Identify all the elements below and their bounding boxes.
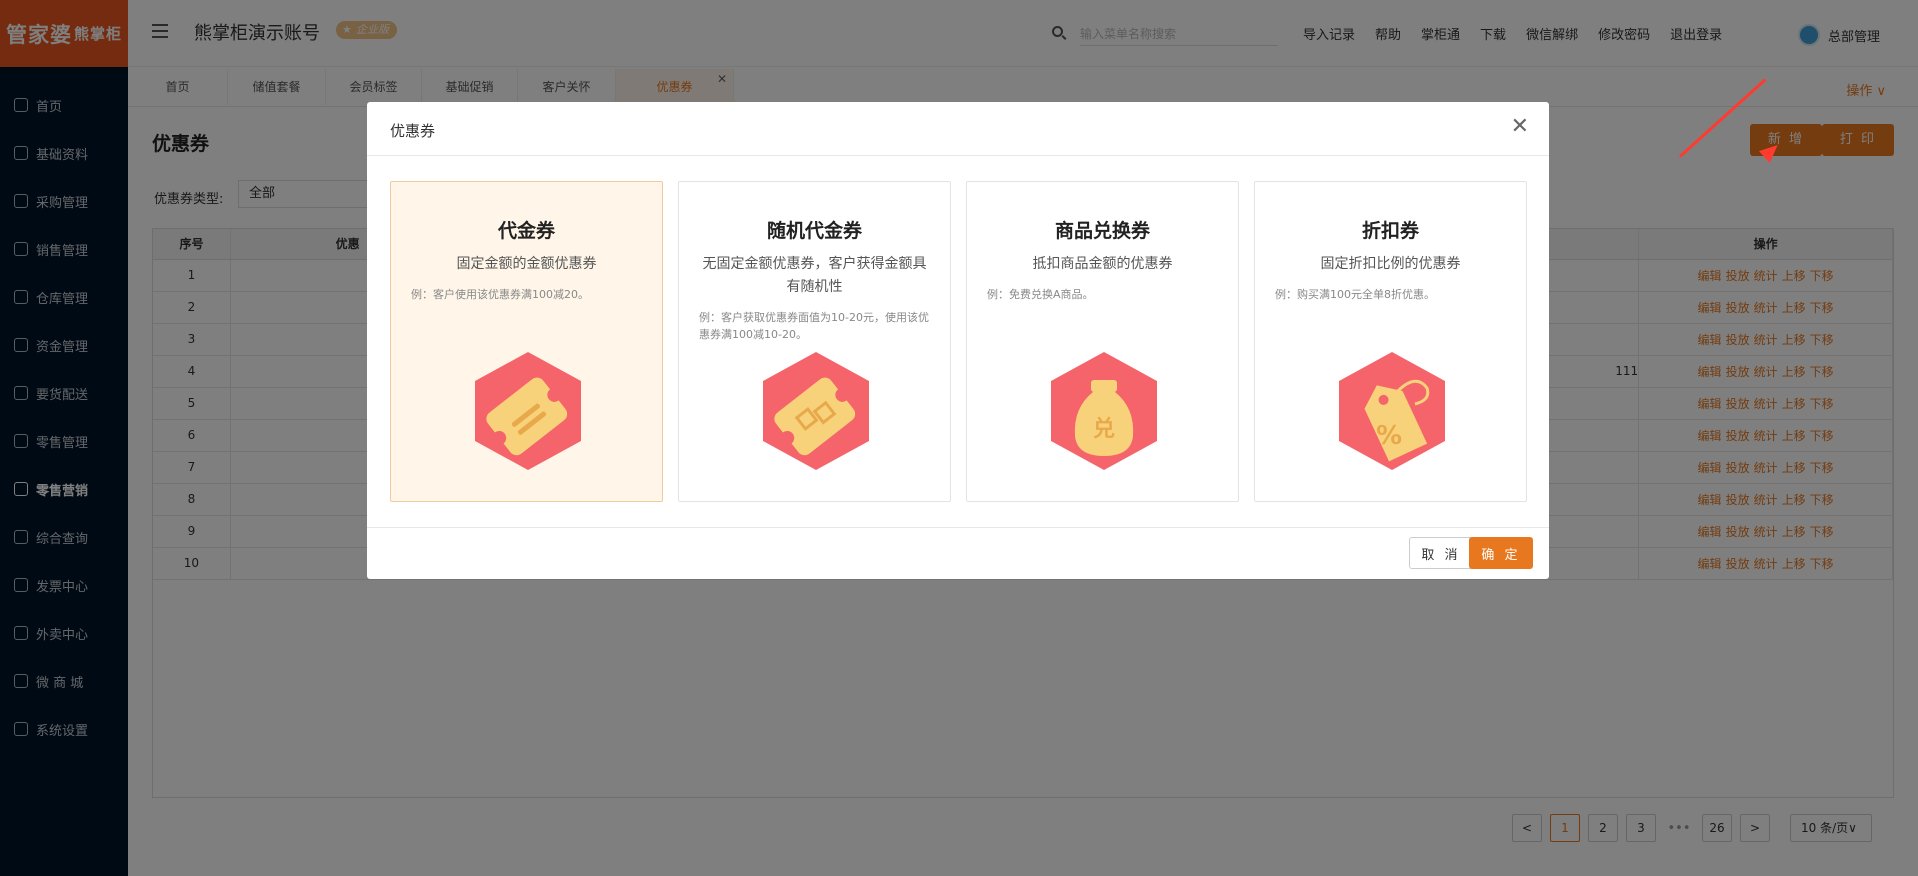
- card-example: 例：免费兑换A商品。: [987, 288, 1094, 301]
- discount-tag-icon: %: [1339, 352, 1445, 470]
- card-desc: 固定金额的金额优惠券: [456, 256, 597, 272]
- card-voucher[interactable]: 代金券 固定金额的金额优惠券 例：客户使用该优惠券满100减20。: [390, 181, 663, 502]
- card-title: 随机代金券: [766, 220, 862, 242]
- card-desc: 无固定金额优惠券，客户获得金额具有随机性: [702, 256, 927, 295]
- card-title: 商品兑换券: [1054, 220, 1150, 242]
- card-example: 例：客户获取优惠券面值为10-20元，使用该优惠券满100减10-20。: [699, 311, 929, 341]
- card-example: 例：购买满100元全单8折优惠。: [1275, 288, 1435, 301]
- card-desc: 抵扣商品金额的优惠券: [1032, 256, 1173, 272]
- cancel-button[interactable]: 取 消: [1409, 537, 1473, 569]
- dialog-title: 优惠券: [367, 102, 1549, 156]
- card-title: 折扣券: [1361, 220, 1419, 242]
- card-random-voucher[interactable]: 随机代金券 无固定金额优惠券，客户获得金额具有随机性 例：客户获取优惠券面值为1…: [678, 181, 951, 502]
- dialog-footer: 取 消 确 定: [367, 527, 1549, 579]
- card-exchange-coupon[interactable]: 商品兑换券 抵扣商品金额的优惠券 例：免费兑换A商品。 兑: [966, 181, 1239, 502]
- card-discount-coupon[interactable]: 折扣券 固定折扣比例的优惠券 例：购买满100元全单8折优惠。 %: [1254, 181, 1527, 502]
- exchange-bag-icon: 兑: [1051, 352, 1157, 470]
- card-example: 例：客户使用该优惠券满100减20。: [411, 288, 589, 301]
- close-icon[interactable]: ✕: [1511, 116, 1529, 138]
- card-desc: 固定折扣比例的优惠券: [1320, 256, 1461, 272]
- svg-text:%: %: [1376, 421, 1402, 451]
- coupon-type-dialog: 优惠券 ✕ 代金券 固定金额的金额优惠券 例：客户使用该优惠券满100减20。 …: [367, 102, 1549, 579]
- random-voucher-icon: [763, 352, 869, 470]
- voucher-icon: [475, 352, 581, 470]
- confirm-button[interactable]: 确 定: [1469, 537, 1533, 569]
- svg-text:兑: 兑: [1093, 416, 1115, 442]
- coupon-type-cards: 代金券 固定金额的金额优惠券 例：客户使用该优惠券满100减20。 随机代金券 …: [390, 181, 1527, 502]
- card-title: 代金券: [497, 220, 555, 242]
